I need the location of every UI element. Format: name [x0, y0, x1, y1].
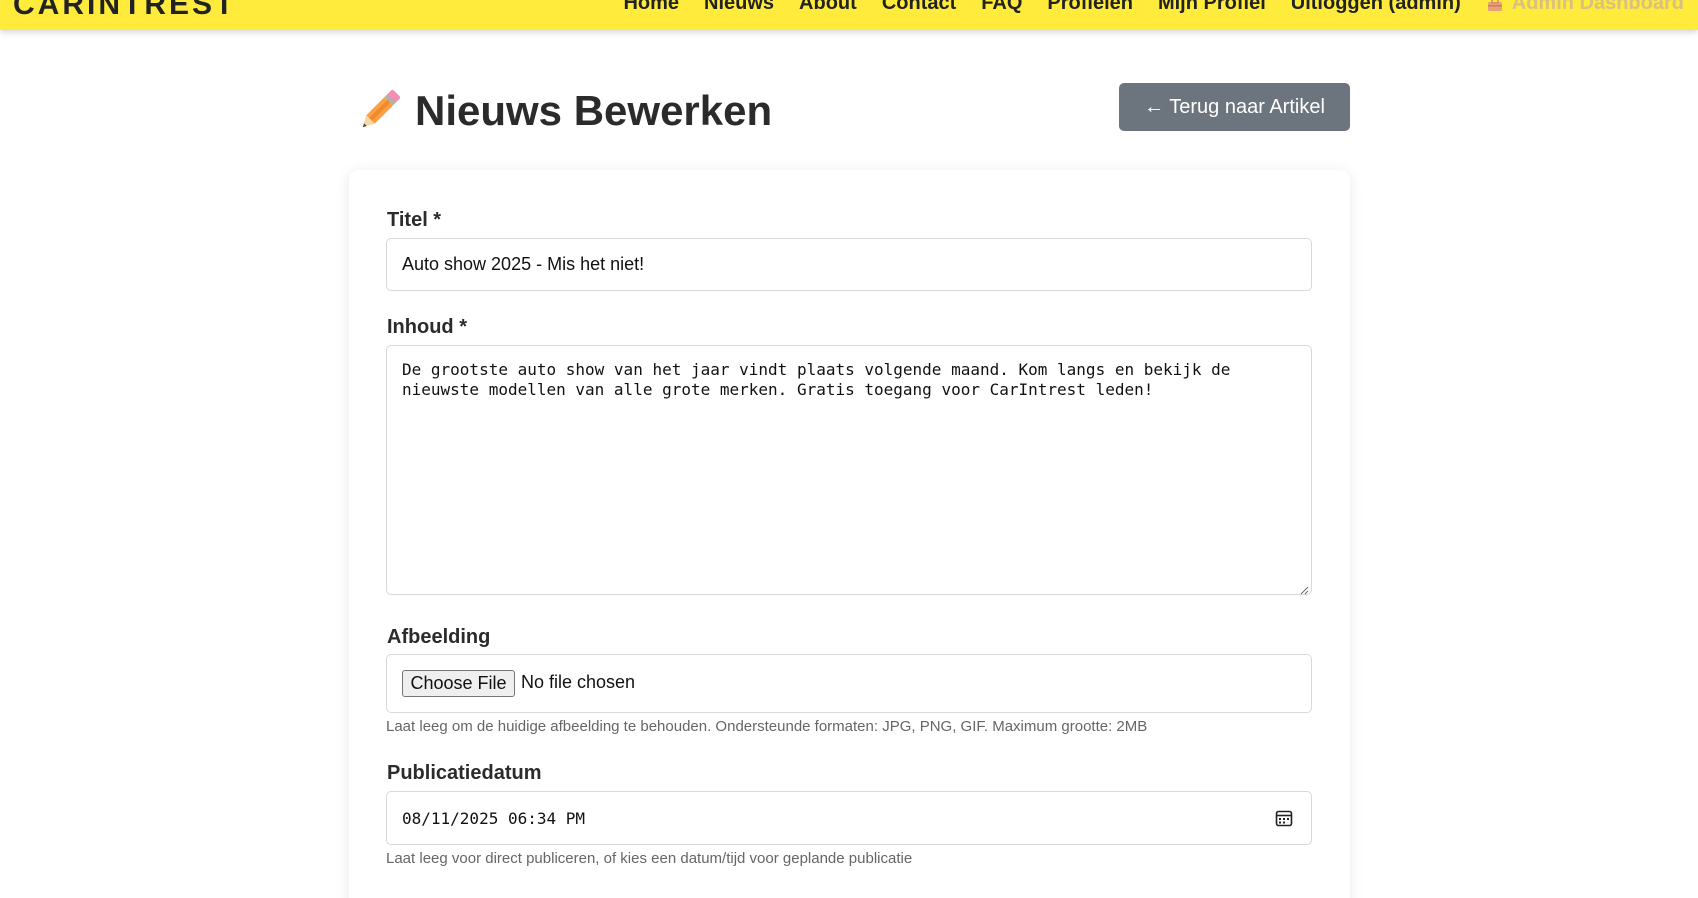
top-navbar: CARINTREST Home Nieuws About Contact FAQ… — [0, 0, 1698, 30]
title-input[interactable]: Auto show 2025 - Mis het niet! — [386, 238, 1312, 291]
nav-link-contact[interactable]: Contact — [882, 0, 956, 16]
next-field-label-partial — [387, 892, 527, 898]
publish-date-label: Publicatiedatum — [387, 762, 542, 784]
content-textarea-value: De grootste auto show van het jaar vindt… — [402, 360, 1231, 399]
content-label: Inhoud * — [387, 316, 467, 338]
toolbox-icon — [1486, 0, 1504, 12]
nav-link-home[interactable]: Home — [623, 0, 679, 16]
file-status-text: No file chosen — [521, 672, 636, 692]
admin-dashboard-label: Admin Dashboard — [1511, 0, 1684, 14]
site-logo[interactable]: CARINTREST — [13, 0, 236, 22]
choose-file-button[interactable]: Choose File — [402, 670, 515, 697]
pencil-icon — [356, 88, 402, 134]
nav-link-profielen[interactable]: Profielen — [1047, 0, 1133, 16]
nav-link-faq[interactable]: FAQ — [981, 0, 1022, 16]
publish-date-help-text: Laat leeg voor direct publiceren, of kie… — [386, 850, 913, 867]
nav-link-mijn-profiel[interactable]: Mijn Profiel — [1158, 0, 1266, 16]
nav-link-uitloggen[interactable]: Uitloggen (admin) — [1291, 0, 1461, 16]
nav-link-nieuws[interactable]: Nieuws — [704, 0, 774, 16]
back-to-article-button[interactable]: ← Terug naar Artikel — [1119, 83, 1350, 131]
edit-news-form-card: Titel * Auto show 2025 - Mis het niet! I… — [349, 170, 1350, 898]
content-textarea[interactable]: De grootste auto show van het jaar vindt… — [386, 345, 1312, 595]
resize-handle-icon[interactable] — [1299, 582, 1309, 595]
nav-links: Home Nieuws About Contact FAQ Profielen … — [598, 0, 1684, 18]
page-header: Nieuws Bewerken ← Terug naar Artikel — [349, 80, 1350, 140]
publish-date-input[interactable]: 08/11/2025 06:34 PM — [386, 791, 1312, 845]
publish-date-value: 08/11/2025 06:34 PM — [402, 809, 586, 828]
nav-link-about[interactable]: About — [799, 0, 857, 16]
title-label: Titel * — [387, 209, 442, 231]
image-label: Afbeelding — [387, 626, 491, 648]
title-input-value: Auto show 2025 - Mis het niet! — [402, 254, 645, 274]
nav-link-admin-dashboard[interactable]: Admin Dashboard — [1486, 0, 1684, 16]
image-help-text: Laat leeg om de huidige afbeelding te be… — [386, 718, 1148, 735]
image-file-input: Choose File No file chosen — [386, 654, 1312, 713]
page-title: Nieuws Bewerken — [415, 87, 773, 134]
calendar-icon[interactable] — [1275, 809, 1293, 827]
